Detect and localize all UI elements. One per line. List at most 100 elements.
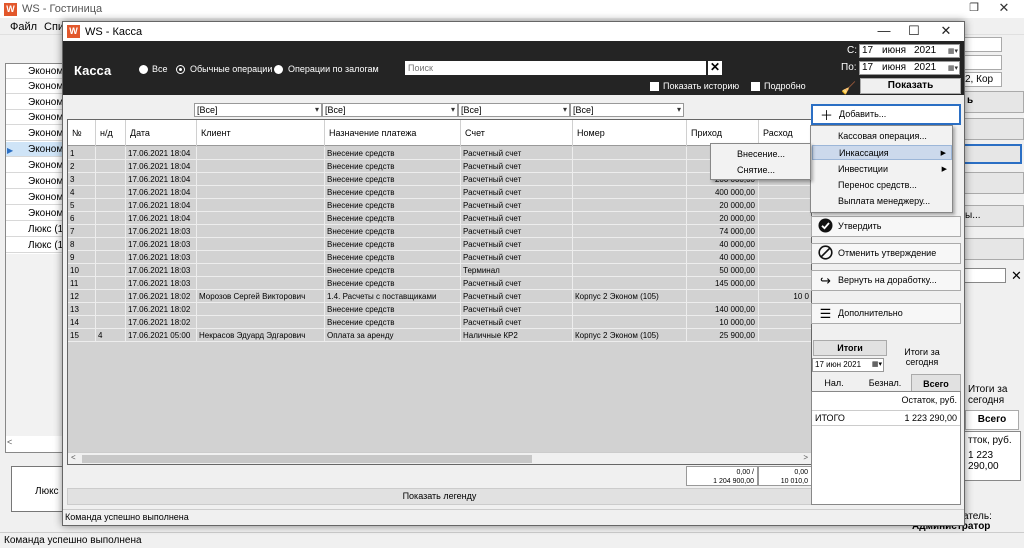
radio-deposit[interactable] [274, 65, 283, 74]
date-to-picker[interactable]: 17 июня 2021 ▦▾ [859, 61, 960, 75]
clear-search-icon[interactable]: ✕ [708, 61, 722, 75]
expense-total-top: 0,00 [794, 469, 808, 476]
menu-item-collection[interactable]: Инкассация ▶ [812, 145, 952, 160]
add-button[interactable]: ＋ Добавить... [811, 104, 961, 125]
table-row[interactable]: 7 17.06.2021 18:03 Внесение средств Расчетн… [68, 225, 811, 238]
room-item[interactable]: Люкс (10 [6, 222, 64, 237]
show-button[interactable]: Показать [860, 78, 961, 94]
tab-noncash[interactable]: Безнал. [865, 374, 905, 392]
restore-icon[interactable]: ❐ [966, 1, 982, 14]
room-item[interactable]: Эконом ( [6, 64, 64, 79]
room-item[interactable]: Люкс (10 [6, 238, 64, 253]
calendar-dropdown-icon[interactable]: ▦▾ [942, 63, 958, 73]
menu-item-manager-payout[interactable]: Выплата менеджеру... [812, 194, 952, 209]
tab-total[interactable]: Всего [911, 374, 961, 392]
kassa-status-bar: Команда успешно выполнена [63, 509, 964, 525]
menu-file[interactable]: Файл [10, 21, 37, 33]
table-row[interactable]: 2 17.06.2021 18:04 Внесение средств Расчетн… [68, 160, 811, 173]
calendar-dropdown-icon[interactable]: ▦▾ [872, 359, 882, 371]
bg-button[interactable]: ь [962, 91, 1024, 113]
submenu-item-deposit[interactable]: Внесение... [712, 147, 810, 162]
table-row[interactable]: 10 17.06.2021 18:03 Внесение средств Термин… [68, 264, 811, 277]
table-row[interactable]: ИТОГО 1 223 290,00 [812, 411, 960, 426]
table-row[interactable]: 9 17.06.2021 18:03 Внесение средств Расчетн… [68, 251, 811, 264]
plus-icon: ＋ [819, 108, 833, 123]
room-item[interactable]: Эконом ( [6, 158, 64, 173]
menu-item-investments[interactable]: Инвестиции ▶ [812, 162, 952, 177]
bg-tab-total[interactable]: Всего [965, 410, 1019, 430]
tab-cash[interactable]: Нал. [819, 374, 849, 392]
filter-client[interactable]: [Все] ▾ [194, 103, 322, 117]
col-purpose[interactable]: Назначение платежа [325, 120, 461, 146]
menu-item-cash-operation[interactable]: Кассовая операция... [812, 129, 952, 144]
col-number[interactable]: № [68, 120, 96, 146]
table-row[interactable]: 4 17.06.2021 18:04 Внесение средств Расчетн… [68, 186, 811, 199]
room-item[interactable]: Эконом ( [6, 206, 64, 221]
more-button[interactable]: ☰ Дополнительно [811, 303, 961, 324]
table-row[interactable]: 13 17.06.2021 18:02 Внесение средств Расчет… [68, 303, 811, 316]
room-item[interactable]: Эконом ( [6, 95, 64, 110]
clear-icon[interactable]: ✕ [1011, 268, 1022, 284]
bg-button-selected[interactable] [962, 144, 1022, 164]
radio-all[interactable] [139, 65, 148, 74]
table-row[interactable]: 5 17.06.2021 18:04 Внесение средств Расчетн… [68, 199, 811, 212]
bg-button[interactable]: ы... [962, 205, 1024, 227]
minimize-icon[interactable]: — [869, 23, 899, 38]
rework-button[interactable]: ↪ Вернуть на доработку... [811, 270, 961, 291]
filter-account[interactable]: [Все] ▾ [458, 103, 570, 117]
col-client[interactable]: Клиент [197, 120, 325, 146]
date-from-picker[interactable]: 17 июня 2021 ▦▾ [859, 44, 960, 58]
submenu-item-withdraw[interactable]: Снятие... [712, 163, 810, 178]
broom-icon[interactable]: 🧹 [841, 81, 856, 95]
scrollbar-thumb[interactable] [82, 455, 532, 463]
totals-button[interactable]: Итоги [813, 340, 887, 356]
bg-dropdown[interactable] [962, 37, 1002, 52]
calendar-dropdown-icon[interactable]: ▦▾ [942, 46, 958, 56]
col-nd[interactable]: н/д [96, 120, 126, 146]
room-item[interactable]: Эконом ( [6, 126, 64, 141]
room-item[interactable]: Эконом ( [6, 110, 64, 125]
menu-item-transfer[interactable]: Перенос средств... [812, 178, 952, 193]
table-row[interactable]: 15 4 17.06.2021 05:00 Некрасов Эдуард Эдгар… [68, 329, 811, 342]
bg-button[interactable] [962, 118, 1024, 140]
scroll-left-icon[interactable]: < [7, 437, 12, 447]
room-item[interactable]: Эконом ( [6, 190, 64, 205]
room-item[interactable]: Эконом ( [6, 174, 64, 189]
cell-room [573, 251, 687, 264]
cell-purpose: Внесение средств [325, 225, 461, 238]
col-room[interactable]: Номер [573, 120, 687, 146]
maximize-icon[interactable]: ☐ [899, 23, 929, 39]
show-history-checkbox[interactable] [650, 82, 659, 91]
approve-button[interactable]: Утвердить [811, 216, 961, 237]
bg-search-input[interactable] [962, 268, 1006, 283]
table-row[interactable]: 8 17.06.2021 18:03 Внесение средств Расчетн… [68, 238, 811, 251]
detailed-checkbox[interactable] [751, 82, 760, 91]
scroll-right-icon[interactable]: > [803, 453, 808, 462]
filter-room[interactable]: [Все] ▾ [570, 103, 684, 117]
close-icon[interactable]: ✕ [996, 0, 1012, 16]
horizontal-scrollbar[interactable]: < > [68, 452, 811, 464]
scroll-left-icon[interactable]: < [71, 453, 76, 462]
cell-number: 4 [68, 186, 96, 199]
table-row[interactable]: 12 17.06.2021 18:02 Морозов Сергей Викторо… [68, 290, 811, 303]
table-row[interactable]: 6 17.06.2021 18:04 Внесение средств Расчетн… [68, 212, 811, 225]
room-item-selected[interactable]: Эконом ( [6, 142, 64, 157]
bg-button[interactable] [962, 238, 1024, 260]
filter-purpose[interactable]: [Все] ▾ [322, 103, 458, 117]
search-input[interactable] [405, 61, 706, 75]
bg-dropdown[interactable]: 2, Кор [962, 72, 1002, 87]
table-row[interactable]: 14 17.06.2021 18:02 Внесение средств Расчет… [68, 316, 811, 329]
unapprove-button[interactable]: Отменить утверждение [811, 243, 961, 264]
bg-button[interactable] [962, 172, 1024, 194]
totals-date-picker[interactable]: 17 июн 2021 ▦▾ [812, 358, 884, 372]
show-legend-button[interactable]: Показать легенду [67, 488, 812, 505]
bg-dropdown[interactable] [962, 55, 1002, 70]
close-icon[interactable]: ✕ [931, 23, 961, 39]
room-item[interactable]: Эконом ( [6, 79, 64, 94]
radio-regular[interactable] [176, 65, 185, 74]
table-row[interactable]: 3 17.06.2021 18:04 Внесение средств Расчетн… [68, 173, 811, 186]
col-account[interactable]: Счет [461, 120, 573, 146]
table-row[interactable]: 1 17.06.2021 18:04 Внесение средств Расчетн… [68, 147, 811, 160]
table-row[interactable]: 11 17.06.2021 18:03 Внесение средств Расчет… [68, 277, 811, 290]
col-date[interactable]: Дата [126, 120, 197, 146]
